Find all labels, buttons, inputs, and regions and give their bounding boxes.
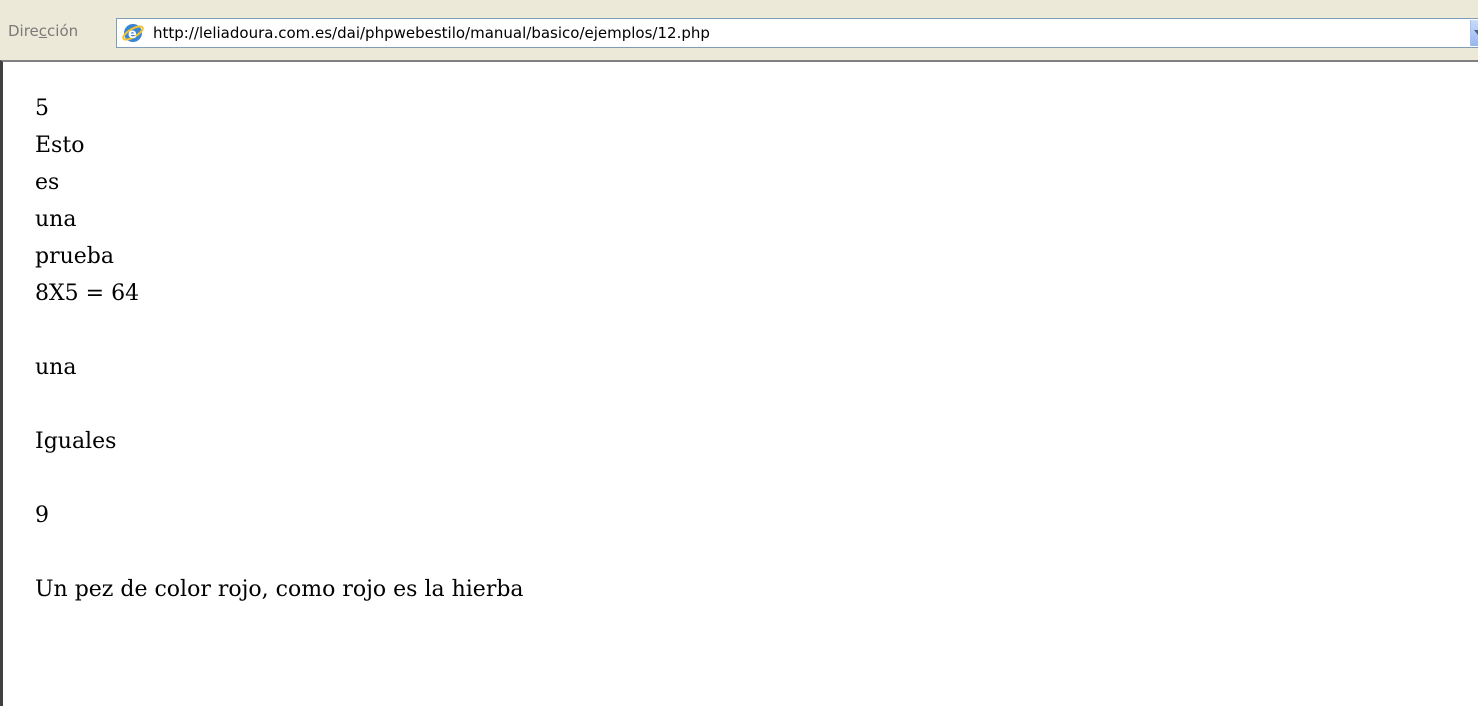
text-line: 8X5 = 64	[35, 281, 140, 306]
address-input[interactable]: e http://leliadoura.com.es/dai/phpwebest…	[116, 18, 1478, 48]
address-dropdown-button[interactable]	[1470, 20, 1478, 46]
text-line: una	[35, 207, 77, 232]
text-line: 9	[35, 503, 49, 528]
address-url: http://leliadoura.com.es/dai/phpwebestil…	[153, 24, 710, 42]
internet-explorer-icon: e	[122, 24, 144, 42]
chevron-down-icon	[1474, 30, 1478, 35]
page-content: 5 Esto es una prueba 8X5 = 64 una Iguale…	[0, 60, 1478, 706]
content-text: 5 Esto es una prueba 8X5 = 64 una Iguale…	[35, 90, 524, 608]
address-bar: Dirección e http://leliadoura.com.es/dai…	[0, 0, 1478, 60]
text-line: es	[35, 170, 60, 195]
text-line: prueba	[35, 244, 114, 269]
text-line: una	[35, 355, 77, 380]
text-line: Esto	[35, 133, 85, 158]
text-line: Un pez de color rojo, como rojo es la hi…	[35, 577, 524, 602]
text-line: 5	[35, 96, 49, 121]
text-line: Iguales	[35, 429, 117, 454]
address-label: Dirección	[8, 22, 79, 40]
svg-text:e: e	[128, 27, 137, 42]
